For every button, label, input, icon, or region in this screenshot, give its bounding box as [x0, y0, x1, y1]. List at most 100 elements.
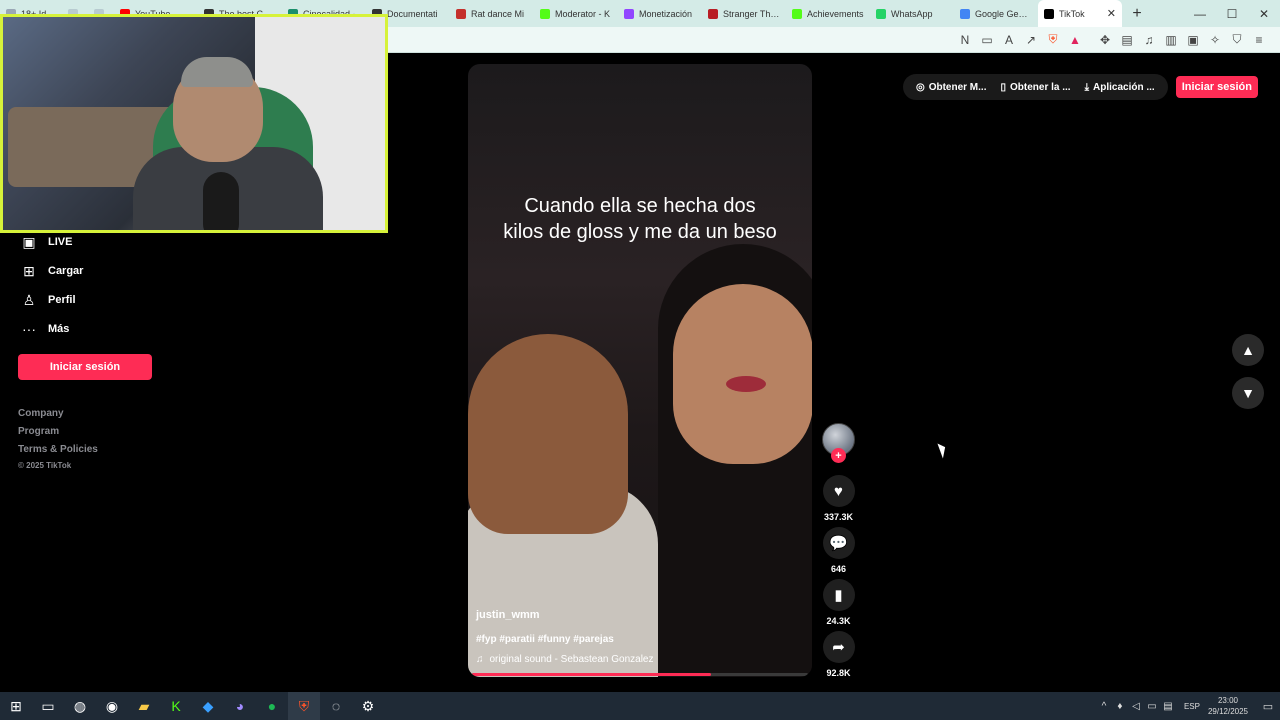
cast-icon[interactable]: ▤	[1116, 29, 1138, 51]
translate-icon[interactable]: A	[998, 29, 1020, 51]
video-hashtags[interactable]: #fyp #paratii #funny #parejas	[476, 634, 614, 645]
previous-video-button[interactable]: ▲	[1232, 334, 1264, 366]
brave-rewards-icon[interactable]: ▲	[1064, 29, 1086, 51]
follow-plus-icon[interactable]: +	[831, 448, 846, 463]
music-note-icon: ♫	[476, 654, 484, 665]
browser-tab[interactable]: Achievements	[786, 0, 870, 27]
clock[interactable]: 23:00 29/12/2025	[1208, 695, 1248, 717]
tab-favicon-icon	[792, 8, 802, 19]
get-app-label: Obtener la ...	[1010, 81, 1071, 93]
reader-mode-icon[interactable]: N	[954, 29, 976, 51]
start-icon[interactable]: ⊞	[0, 692, 32, 720]
chevron-up-icon: ▲	[1241, 342, 1255, 358]
tab-label: Rat dance Mi	[471, 8, 525, 19]
browser-tab[interactable]: Stranger Thing	[702, 0, 786, 27]
video-progress-fill	[472, 673, 711, 676]
sidebar-item-label: Cargar	[48, 265, 84, 277]
browser-tab[interactable]: Google Gemin	[954, 0, 1038, 27]
sidebar-item-live[interactable]: ▣ LIVE	[18, 230, 72, 254]
share-arrow-icon[interactable]: ➦	[822, 631, 855, 663]
brave-icon[interactable]: ⛨	[288, 692, 320, 720]
wallet-icon[interactable]: ▣	[1182, 29, 1204, 51]
tab-label: Moderator - K	[555, 8, 611, 19]
like-action[interactable]: ♥ 337.3K	[822, 475, 855, 522]
kick-icon[interactable]: K	[160, 692, 192, 720]
leo-ai-icon[interactable]: ✧	[1204, 29, 1226, 51]
video-author[interactable]: justin_wmm	[476, 609, 540, 621]
obs-icon[interactable]: ◌	[320, 692, 352, 720]
browser-tab[interactable]: Rat dance Mi	[450, 0, 534, 27]
share-count: 92.8K	[826, 668, 851, 678]
extensions-icon[interactable]: ✥	[1094, 29, 1116, 51]
next-video-button[interactable]: ▼	[1232, 377, 1264, 409]
sidebar-login-button[interactable]: Iniciar sesión	[18, 354, 152, 380]
steam-icon[interactable]: ◉	[96, 692, 128, 720]
browser-tab[interactable]: TikTok ✕	[1038, 0, 1122, 27]
close-window-icon[interactable]: ✕	[1248, 0, 1280, 27]
video-caption: Cuando ella se hecha dos kilos de gloss …	[468, 193, 812, 245]
tab-close-icon[interactable]: ✕	[1107, 7, 1116, 20]
file-explorer-icon[interactable]: ▰	[128, 692, 160, 720]
footer-link-program[interactable]: Program	[18, 426, 59, 437]
network-icon[interactable]: ▭	[1144, 701, 1160, 712]
keyboard-icon[interactable]: ▤	[1160, 701, 1176, 712]
desktop-app-button[interactable]: ⤓ Aplicación ...	[1078, 82, 1162, 93]
sidebar-item-profile[interactable]: ♙ Perfil	[18, 288, 76, 312]
spotify-icon[interactable]: ●	[256, 692, 288, 720]
brave-shield-icon[interactable]: ⛨	[1042, 29, 1064, 51]
like-count: 337.3K	[823, 512, 854, 522]
vscode-icon[interactable]: ◆	[192, 692, 224, 720]
footer-link-terms[interactable]: Terms & Policies	[18, 444, 98, 455]
save-action[interactable]: ▮ 24.3K	[822, 579, 855, 626]
notification-icon[interactable]: ▭	[1256, 692, 1280, 720]
comment-action[interactable]: 💬 646	[822, 527, 855, 574]
video-sound[interactable]: ♫ original sound - Sebastean Gonzalez	[476, 654, 654, 665]
browser-tab[interactable]: Monetización	[618, 0, 702, 27]
sidebar-item-upload[interactable]: ⊞ Cargar	[18, 259, 83, 283]
screenshot-icon[interactable]: ▭	[976, 29, 998, 51]
bookmark-icon[interactable]: ▮	[822, 579, 855, 611]
video-player[interactable]: Cuando ella se hecha dos kilos de gloss …	[468, 64, 812, 677]
heart-icon[interactable]: ♥	[822, 475, 855, 507]
sidebar-icon[interactable]: ▥	[1160, 29, 1182, 51]
share-icon[interactable]: ↗	[1020, 29, 1042, 51]
minimize-icon[interactable]: —	[1184, 0, 1216, 27]
copyright: © 2025 TikTok	[18, 461, 72, 470]
settings-icon[interactable]: ⚙	[352, 692, 384, 720]
tab-favicon-icon	[1044, 8, 1054, 19]
sidebar-item-more[interactable]: ··· Más	[18, 317, 69, 341]
share-action[interactable]: ➦ 92.8K	[822, 631, 855, 678]
browser-tab[interactable]: Moderator - K	[534, 0, 618, 27]
tab-label: Monetización	[639, 8, 693, 19]
new-tab-button[interactable]: +	[1128, 5, 1146, 23]
get-coins-button[interactable]: ◎ Obtener M...	[909, 82, 994, 93]
maximize-icon[interactable]: ☐	[1216, 0, 1248, 27]
get-coins-label: Obtener M...	[928, 81, 987, 93]
save-count: 24.3K	[826, 616, 851, 626]
tab-label: Achievements	[807, 8, 864, 19]
vpn-icon[interactable]: ⛉	[1226, 29, 1248, 51]
clock-date: 29/12/2025	[1207, 707, 1248, 716]
task-view-icon[interactable]: ▭	[32, 692, 64, 720]
app-globe-icon[interactable]: ◍	[64, 692, 96, 720]
language-indicator[interactable]: ESP	[1184, 702, 1200, 711]
footer-link-company[interactable]: Company	[18, 408, 64, 419]
media-icon[interactable]: ♫	[1138, 29, 1160, 51]
more-icon: ···	[22, 321, 36, 337]
top-login-button[interactable]: Iniciar sesión	[1175, 76, 1258, 98]
browser-tab[interactable]: WhatsApp	[870, 0, 954, 27]
discord-icon[interactable]: ◕	[224, 692, 256, 720]
get-app-button[interactable]: ▯ Obtener la ...	[993, 82, 1077, 93]
video-progress-bar[interactable]	[472, 673, 808, 676]
menu-icon[interactable]: ≡	[1248, 29, 1270, 51]
volume-icon[interactable]: ◁	[1128, 701, 1144, 712]
download-icon: ⤓	[1084, 81, 1089, 93]
taskbar: ⊞ ▭ ◍ ◉ ▰ K ◆ ◕ ● ⛨ ◌ ⚙ ^ ♦ ◁ ▭ ▤ ESP 23…	[0, 692, 1280, 720]
caption-line: kilos de gloss y me da un beso	[503, 221, 777, 243]
screen: { "browser": { "tabs": [ {"label": "18+ …	[0, 0, 1280, 720]
system-tray: ^ ♦ ◁ ▭ ▤ ESP 23:00 29/12/2025 ▭	[1096, 692, 1280, 720]
comment-icon[interactable]: 💬	[822, 527, 855, 559]
desktop-app-label: Aplicación ...	[1093, 81, 1155, 93]
tray-overflow-icon[interactable]: ^	[1096, 701, 1112, 712]
microphone-icon[interactable]: ♦	[1112, 701, 1128, 712]
